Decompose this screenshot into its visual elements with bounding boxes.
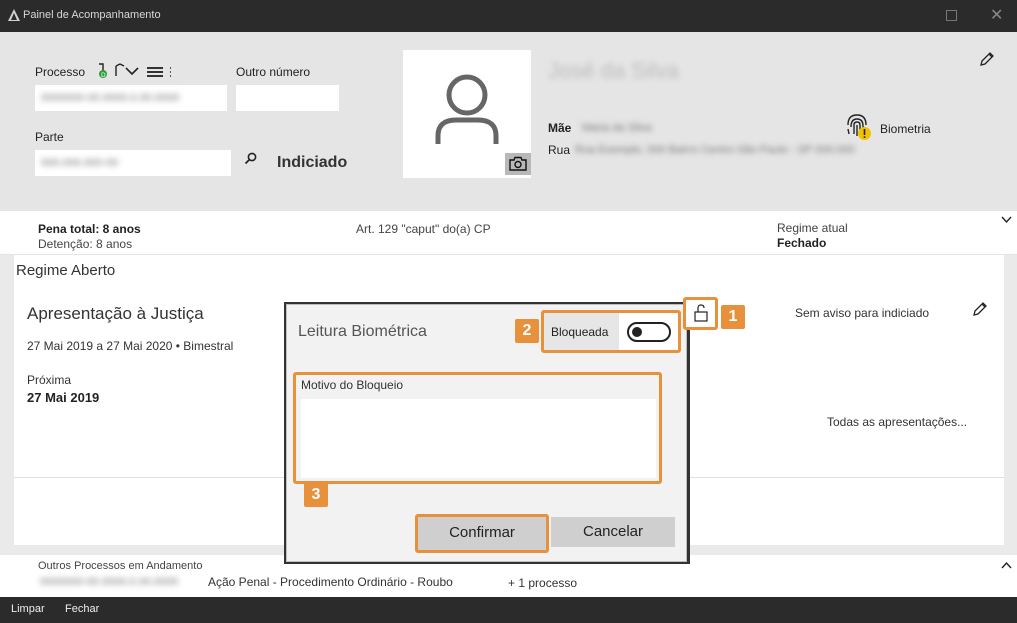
lock-highlight <box>683 297 718 330</box>
processo-label: Processo <box>35 65 86 79</box>
callout-badge-2: 2 <box>515 319 539 343</box>
proxima-value: 27 Mai 2019 <box>27 390 100 405</box>
fingerprint-warning-icon[interactable] <box>843 112 873 142</box>
parte-field[interactable]: 000.000.000-00 <box>35 150 231 176</box>
processo-value: 0000000-00.0000.0.00.0000 <box>41 92 180 104</box>
edit-pencil-icon[interactable] <box>979 51 995 67</box>
motivo-highlight: Motivo do Bloqueio <box>293 372 662 484</box>
camera-icon <box>509 156 527 171</box>
detencao: Detenção: 8 anos <box>38 237 133 251</box>
window-title: Painel de Acompanhamento <box>23 9 161 21</box>
app-logo-icon <box>8 9 20 21</box>
regime-header: Regime Aberto <box>14 255 1004 291</box>
bloqueada-highlight: Bloqueada <box>541 310 681 353</box>
svg-text:D: D <box>101 72 106 79</box>
process-status-icon: D <box>99 63 107 79</box>
edit-card-pencil-icon[interactable] <box>972 301 988 317</box>
card-period: 27 Mai 2019 a 27 Mai 2020 • Bimestral <box>27 339 234 353</box>
bottom-command-bar: Limpar Fechar <box>0 597 1017 623</box>
mae-label: Mãe <box>548 121 572 135</box>
expand-up-chevron-icon[interactable] <box>1001 561 1012 569</box>
rua-label: Rua <box>548 143 571 157</box>
fechar-button[interactable]: Fechar <box>65 603 99 615</box>
limpar-button[interactable]: Limpar <box>11 603 45 615</box>
pena-total: Pena total: 8 anos <box>38 222 141 236</box>
indiciado-label: Indiciado <box>277 154 348 171</box>
motivo-textarea[interactable] <box>301 399 656 478</box>
chevron-down-icon[interactable] <box>125 67 139 76</box>
bloqueada-toggle[interactable] <box>627 322 671 342</box>
more-processes-link[interactable]: + 1 processo <box>508 576 577 590</box>
proxima-label: Próxima <box>27 373 72 387</box>
collapse-chevron-icon[interactable] <box>1001 216 1012 224</box>
maximize-button[interactable] <box>946 10 957 21</box>
rua-value: Rua Exemplo, 000 Bairro Centro São Paulo… <box>575 144 855 156</box>
artigo: Art. 129 "caput" do(a) CP <box>356 222 491 236</box>
dialog-title: Leitura Biométrica <box>298 323 427 340</box>
person-silhouette-icon <box>435 74 499 144</box>
biometric-dialog: Leitura Biométrica Bloqueada 1 2 Motivo … <box>286 297 745 562</box>
callout-badge-3: 3 <box>304 483 328 507</box>
regime-atual-value: Fechado <box>777 236 827 250</box>
outro-processo-descricao[interactable]: Ação Penal - Procedimento Ordinário - Ro… <box>208 575 453 589</box>
close-window-button[interactable]: ✕ <box>990 5 1003 25</box>
todas-apresentacoes-link[interactable]: Todas as apresentações... <box>827 415 967 429</box>
regime-title: Regime Aberto <box>16 262 116 279</box>
card-title: Apresentação à Justiça <box>27 304 204 323</box>
biometria-label: Biometria <box>880 122 931 136</box>
outro-numero-label: Outro número <box>236 65 311 79</box>
callout-badge-1: 1 <box>721 305 745 329</box>
search-icon[interactable] <box>244 152 258 166</box>
outros-label: Outros Processos em Andamento <box>38 560 203 572</box>
bloqueada-label: Bloqueada <box>551 325 609 339</box>
regime-atual-label: Regime atual <box>777 221 848 235</box>
title-bar: Painel de Acompanhamento ✕ <box>0 0 1017 32</box>
cancelar-button[interactable]: Cancelar <box>551 517 675 547</box>
confirmar-highlight: Confirmar <box>415 514 549 553</box>
processo-field[interactable]: 0000000-00.0000.0.00.0000 <box>35 85 227 111</box>
motivo-label: Motivo do Bloqueio <box>301 378 404 392</box>
aviso-text: Sem aviso para indiciado <box>795 306 930 320</box>
menu-icon[interactable] <box>147 66 173 78</box>
outro-processo-numero[interactable]: 0000000-00.0000.0.00.0000 <box>40 576 178 588</box>
mae-value: Maria da Silva <box>582 122 652 134</box>
parte-value: 000.000.000-00 <box>41 157 119 169</box>
person-header: Processo D 0000000-00.0000.0.00.0000 Out… <box>0 32 1017 211</box>
person-name: José da Silva <box>548 58 679 83</box>
unlock-padlock-icon[interactable] <box>693 304 709 322</box>
outro-numero-field[interactable] <box>236 85 339 111</box>
toggle-area <box>619 313 678 350</box>
confirmar-button[interactable]: Confirmar <box>422 518 542 548</box>
sentence-summary: Pena total: 8 anos Detenção: 8 anos Art.… <box>0 211 1017 255</box>
camera-button[interactable] <box>505 153 531 175</box>
parte-label: Parte <box>35 130 64 144</box>
